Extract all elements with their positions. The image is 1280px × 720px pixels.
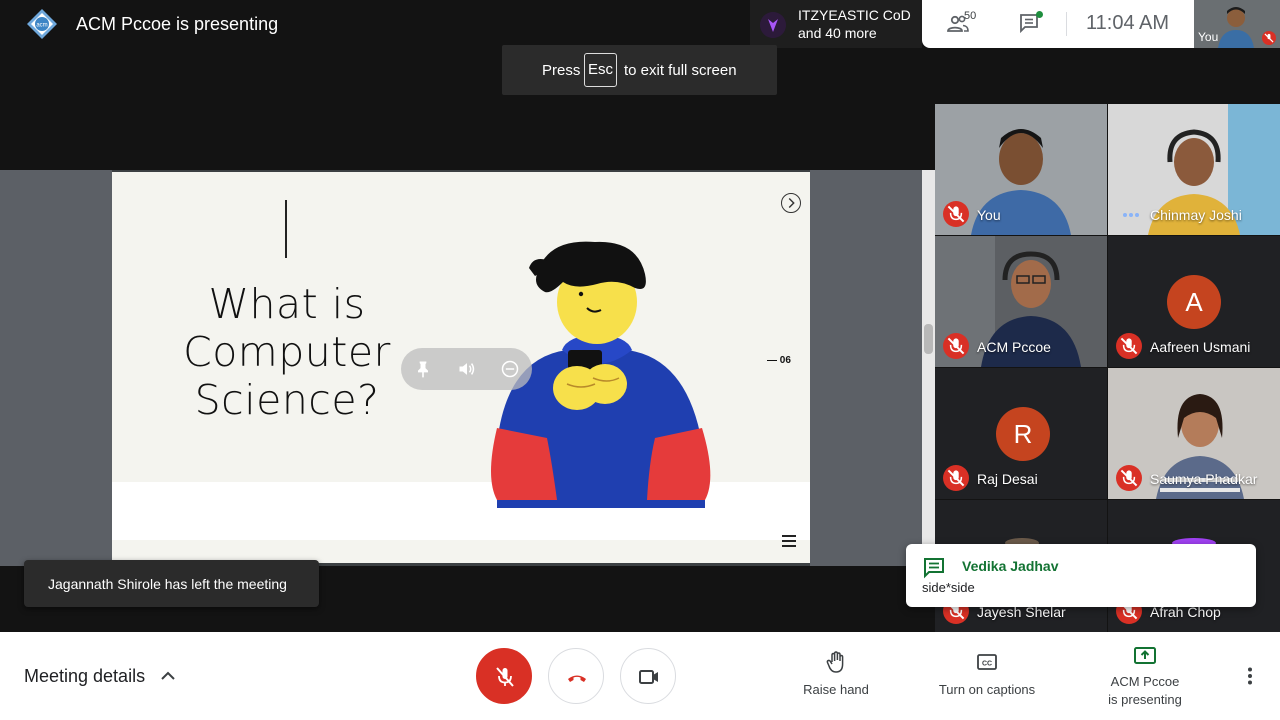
fullscreen-hint: Press Esc to exit full screen <box>502 45 777 95</box>
remove-icon[interactable] <box>500 359 520 379</box>
participant-avatar: A <box>1167 275 1221 329</box>
captions-label: Turn on captions <box>938 682 1036 697</box>
mic-off-icon <box>496 667 514 687</box>
raise-hand-icon <box>826 651 844 673</box>
participant-name: ACM Pccoe <box>977 339 1051 355</box>
slide-menu-icon[interactable] <box>781 534 797 548</box>
unread-chat-dot <box>1036 11 1043 18</box>
captions-button[interactable]: CC Turn on captions <box>932 650 1042 699</box>
chat-message-icon <box>924 558 944 579</box>
participant-tile[interactable]: R Raj Desai <box>935 368 1107 499</box>
participants-summary-name: ITZYEASTIC CoD <box>798 7 911 23</box>
fullscreen-hint-rest: to exit full screen <box>624 62 737 79</box>
slide-title-line: Science? <box>194 376 380 424</box>
svg-text:acm: acm <box>36 23 47 29</box>
tile-hover-controls <box>401 348 532 390</box>
present-button[interactable]: ACM Pccoe is presenting <box>1098 644 1192 709</box>
participant-avatar: R <box>996 407 1050 461</box>
self-view-label: You <box>1198 30 1219 44</box>
leave-call-button[interactable] <box>548 648 604 704</box>
meeting-status-pill: 50 11:04 AM <box>922 0 1194 48</box>
esc-key: Esc <box>584 53 617 87</box>
meeting-details-button[interactable]: Meeting details <box>24 666 145 687</box>
presenter-title: ACM Pccoe is presenting <box>76 14 279 34</box>
slide-page-number: — 06 <box>767 355 791 366</box>
clock: 11:04 AM <box>1086 12 1170 34</box>
stage-margin-left <box>0 170 112 566</box>
meet-window: acm ACM Pccoe is presenting ITZYEASTIC C… <box>0 0 1280 720</box>
chat-sender: Vedika Jadhav <box>962 558 1059 574</box>
chevron-up-icon[interactable] <box>160 668 176 684</box>
mic-off-icon <box>943 201 969 227</box>
acm-logo-icon: acm <box>27 9 57 39</box>
mic-off-icon <box>1116 465 1142 491</box>
raise-hand-label: Raise hand <box>803 682 869 697</box>
participants-summary-more: and 40 more <box>798 25 877 41</box>
people-count: 50 <box>964 10 977 22</box>
participant-tile[interactable]: A Aafreen Usmani <box>1108 236 1280 367</box>
presenting-label-line2: is presenting <box>1108 692 1182 707</box>
participants-summary[interactable]: ITZYEASTIC CoD and 40 more <box>750 0 922 48</box>
slide-title-line: Computer <box>183 328 391 376</box>
participant-tile[interactable]: You <box>935 104 1107 235</box>
mic-toggle-button[interactable] <box>476 648 532 704</box>
participant-avatar <box>760 12 786 38</box>
svg-text:CC: CC <box>982 661 992 668</box>
more-options-icon[interactable] <box>1240 666 1260 686</box>
participant-tile[interactable]: ACM Pccoe <box>935 236 1107 367</box>
fullscreen-hint-press: Press <box>542 62 581 79</box>
participant-name: Saumya Phadkar <box>1150 471 1258 487</box>
self-view-thumbnail[interactable]: You <box>1194 0 1280 48</box>
mic-off-icon <box>943 333 969 359</box>
participant-name: You <box>977 207 1001 223</box>
speaking-indicator-icon <box>1123 213 1139 217</box>
notification-text: Jagannath Shirole has left the meeting <box>48 576 287 592</box>
slide-title: What is Computer Science? <box>162 280 412 424</box>
participant-name: Raj Desai <box>977 471 1038 487</box>
video-camera-icon <box>639 670 658 684</box>
participant-left-notification: Jagannath Shirole has left the meeting <box>24 560 319 607</box>
mic-off-icon <box>1116 333 1142 359</box>
stage-margin-right <box>810 170 922 566</box>
bottom-toolbar: Meeting details Raise hand CC Turn on ca… <box>0 632 1280 720</box>
present-screen-icon <box>1134 647 1156 664</box>
presenting-label-line1: ACM Pccoe <box>1110 674 1180 689</box>
scrollbar[interactable] <box>922 170 935 566</box>
raise-hand-button[interactable]: Raise hand <box>800 650 872 699</box>
mic-off-icon <box>1262 31 1276 45</box>
participant-name: Chinmay Joshi <box>1150 207 1242 223</box>
participant-name: Aafreen Usmani <box>1150 339 1251 355</box>
slide-decor-line <box>285 200 287 258</box>
hang-up-icon <box>568 675 586 682</box>
slide-title-line: What is <box>208 280 366 328</box>
divider <box>1066 12 1067 36</box>
closed-captions-icon: CC <box>977 654 997 670</box>
mic-off-icon <box>943 465 969 491</box>
chat-message-toast[interactable]: Vedika Jadhav side*side <box>906 544 1256 607</box>
chat-message-text: side*side <box>922 580 975 595</box>
scrollbar-thumb[interactable] <box>924 324 933 354</box>
participant-tile[interactable]: Chinmay Joshi <box>1108 104 1280 235</box>
volume-icon[interactable] <box>457 359 477 379</box>
participant-tile[interactable]: Saumya Phadkar <box>1108 368 1280 499</box>
camera-toggle-button[interactable] <box>620 648 676 704</box>
pin-icon[interactable] <box>413 359 433 379</box>
next-slide-icon[interactable] <box>781 193 801 213</box>
